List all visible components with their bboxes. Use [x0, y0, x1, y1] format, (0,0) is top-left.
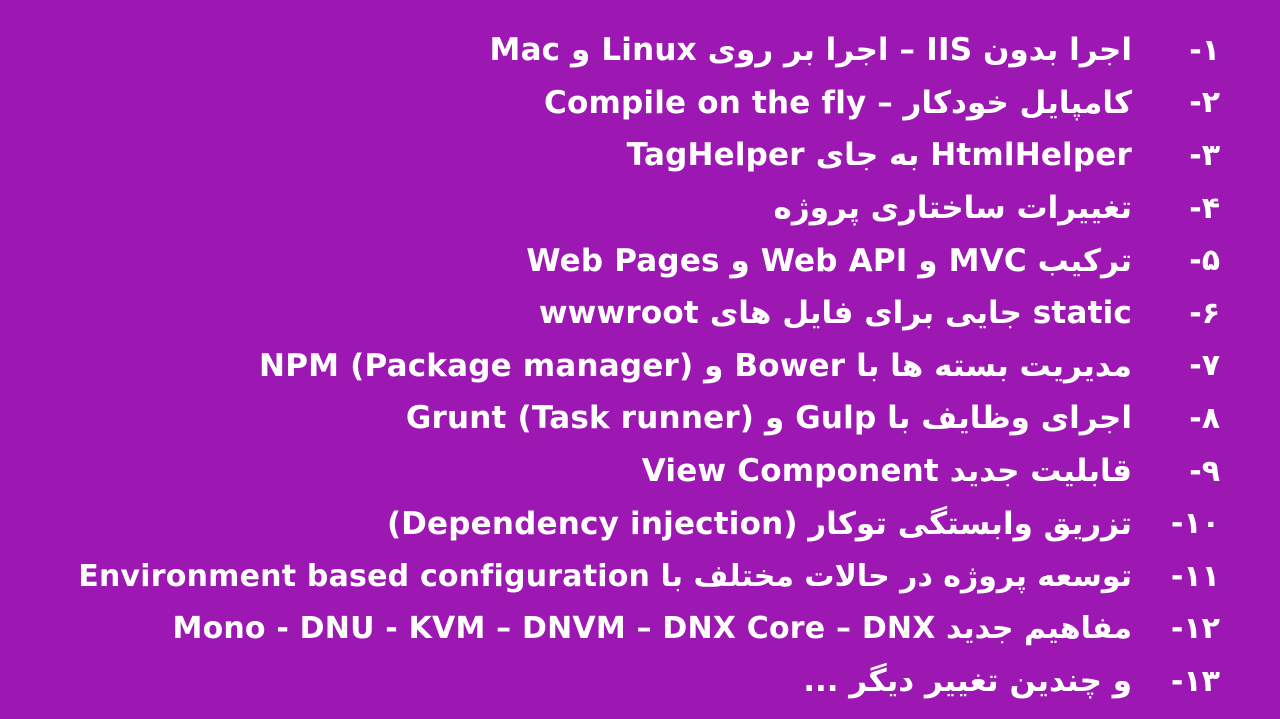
item-text: و چندین تغییر دیگر ... — [803, 663, 1132, 700]
list-item: ۱۱- توسعه پروژه در حالات مختلف با Enviro… — [60, 550, 1220, 603]
list-item: ۸- اجرای وظایف با Gulp و Grunt (Task run… — [60, 392, 1220, 445]
item-text: مدیریت بسته ها با Bower و NPM (Package m… — [259, 347, 1132, 384]
list-item: ۱۳- و چندین تغییر دیگر ... — [60, 655, 1220, 708]
item-text: ترکیب MVC و Web API و Web Pages — [526, 242, 1132, 279]
item-number: ۱۲- — [1170, 611, 1220, 647]
feature-list: ۱- اجرا بدون IIS – اجرا بر روی Linux و M… — [60, 24, 1220, 708]
item-text: قابلیت جدید View Component — [641, 453, 1132, 490]
list-item: ۹- قابلیت جدید View Component — [60, 445, 1220, 498]
item-text: wwwroot جایی برای فایل های static — [538, 295, 1132, 332]
list-item: ۲- کامپایل خودکار – Compile on the fly — [60, 77, 1220, 130]
item-number: ۶- — [1189, 295, 1220, 331]
item-text: اجرا بدون IIS – اجرا بر روی Linux و Mac — [489, 32, 1132, 69]
item-number: ۱۳- — [1170, 663, 1220, 699]
item-number: ۱۰- — [1170, 506, 1220, 542]
list-item: ۷- مدیریت بسته ها با Bower و NPM (Packag… — [60, 340, 1220, 393]
list-item: ۳- TagHelper به جای HtmlHelper — [60, 129, 1220, 182]
item-text: تغییرات ساختاری پروژه — [773, 190, 1132, 227]
item-text: کامپایل خودکار – Compile on the fly — [544, 84, 1132, 121]
list-item: ۱- اجرا بدون IIS – اجرا بر روی Linux و M… — [60, 24, 1220, 77]
item-text: اجرای وظایف با Gulp و Grunt (Task runner… — [405, 400, 1132, 437]
item-number: ۱- — [1189, 32, 1220, 68]
list-item: ۴- تغییرات ساختاری پروژه — [60, 182, 1220, 235]
item-number: ۲- — [1189, 85, 1220, 121]
item-text: توسعه پروژه در حالات مختلف با Environmen… — [78, 558, 1132, 594]
list-item: ۱۲- مفاهیم جدید Mono - DNU - KVM – DNVM … — [60, 603, 1220, 656]
item-number: ۷- — [1189, 348, 1220, 384]
list-item: ۵- ترکیب MVC و Web API و Web Pages — [60, 234, 1220, 287]
item-text: مفاهیم جدید Mono - DNU - KVM – DNVM – DN… — [172, 611, 1132, 647]
item-number: ۱۱- — [1170, 558, 1220, 594]
item-number: ۹- — [1189, 453, 1220, 489]
item-number: ۸- — [1189, 400, 1220, 436]
slide: ۱- اجرا بدون IIS – اجرا بر روی Linux و M… — [0, 0, 1280, 719]
item-text: تزریق وابستگی توکار (Dependency injectio… — [386, 505, 1132, 542]
list-item: ۱۰- تزریق وابستگی توکار (Dependency inje… — [60, 497, 1220, 550]
item-number: ۵- — [1189, 243, 1220, 279]
item-number: ۴- — [1189, 190, 1220, 226]
list-item: ۶- wwwroot جایی برای فایل های static — [60, 287, 1220, 340]
item-number: ۳- — [1189, 137, 1220, 173]
item-text: TagHelper به جای HtmlHelper — [626, 137, 1132, 174]
